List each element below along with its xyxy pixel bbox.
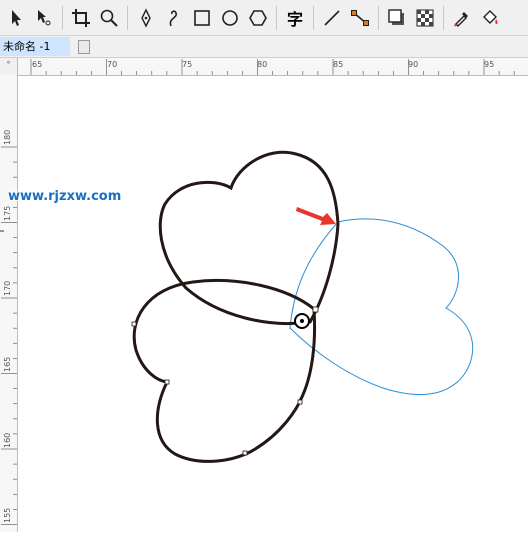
node-handle[interactable] <box>242 450 248 456</box>
ellipse-tool[interactable] <box>218 6 242 30</box>
ruler-origin[interactable]: ° <box>0 58 18 76</box>
ellipse-icon <box>222 9 238 26</box>
toolbar-separator <box>127 5 128 30</box>
toolbar-separator <box>276 5 277 30</box>
horizontal-ruler[interactable]: 65 70 75 80 85 90 95 <box>18 58 528 76</box>
eyedropper-icon <box>454 11 468 27</box>
toolbar-separator <box>378 5 379 30</box>
document-tab-title: 未命名 -1 <box>3 40 51 53</box>
drop-shadow-tool[interactable] <box>385 6 409 30</box>
eyedropper-tool[interactable] <box>450 6 474 30</box>
red-pointer-arrow <box>296 207 336 225</box>
ruler-label: 170 <box>3 281 12 296</box>
pen-tool[interactable] <box>134 6 158 30</box>
upper-heart-shape <box>158 150 340 326</box>
node-edit-icon <box>38 9 51 25</box>
ruler-label: 180 <box>3 130 12 145</box>
lower-heart-shape <box>132 278 317 463</box>
zoom-tool[interactable] <box>97 6 121 30</box>
vertical-ruler[interactable]: 180 175 170 165 160 155 <box>0 75 18 532</box>
ruler-label: 160 <box>3 433 12 448</box>
ruler-label: 70 <box>107 60 117 69</box>
fill-tool[interactable] <box>478 6 502 30</box>
text-tool[interactable]: 字 <box>283 6 307 30</box>
curve-hook-icon <box>169 9 178 26</box>
node-handle[interactable] <box>297 399 303 405</box>
shape-tool[interactable] <box>32 6 56 30</box>
document-tab-bar: 未命名 -1 <box>0 36 528 58</box>
ruler-label: 175 <box>3 206 12 221</box>
rectangle-icon <box>194 9 210 26</box>
checkerboard-icon <box>416 9 434 26</box>
ruler-label: 75 <box>182 60 192 69</box>
horizontal-ruler-scale: 65 70 75 80 85 90 95 <box>30 59 515 75</box>
pick-tool[interactable] <box>4 6 28 30</box>
magnifier-icon <box>100 9 118 27</box>
ruler-label: 165 <box>3 357 12 372</box>
vertical-ruler-scale: 180 175 170 165 160 155 <box>0 130 17 525</box>
shadow-icon <box>388 8 404 25</box>
toolbox: 字 <box>0 0 528 36</box>
text-tool-glyph: 字 <box>286 9 303 29</box>
crop-tool[interactable] <box>69 6 93 30</box>
pen-nib-icon <box>141 7 151 28</box>
watermark: www.rjzxw.com <box>8 189 122 204</box>
paint-bucket-icon <box>483 9 498 24</box>
node-handle[interactable] <box>164 379 170 385</box>
document-tab[interactable]: 未命名 -1 <box>0 37 70 56</box>
ruler-label: 85 <box>333 60 343 69</box>
toolbar-separator <box>443 5 444 30</box>
transparency-tool[interactable] <box>413 6 437 30</box>
ruler-label: 95 <box>484 60 494 69</box>
polygon-tool[interactable] <box>246 6 270 30</box>
drawing-area <box>0 150 474 463</box>
rectangle-tool[interactable] <box>190 6 214 30</box>
ruler-origin-label: ° <box>6 60 11 69</box>
connector-tool[interactable] <box>320 6 344 30</box>
new-tab-button[interactable] <box>78 40 90 54</box>
drawing-canvas[interactable] <box>0 76 528 532</box>
blend-icon <box>351 9 369 26</box>
node-handle[interactable] <box>131 321 137 327</box>
rotation-center-marker[interactable] <box>294 313 310 329</box>
crop-icon <box>72 8 90 27</box>
pointer-icon <box>12 9 21 26</box>
ruler-label: 155 <box>3 508 12 523</box>
node-handle[interactable] <box>312 306 319 313</box>
artistic-media-tool[interactable] <box>162 6 186 30</box>
hexagon-icon <box>249 9 267 26</box>
line-icon <box>324 9 340 26</box>
ruler-label: 80 <box>257 60 267 69</box>
ruler-label: 65 <box>32 60 42 69</box>
blend-tool[interactable] <box>348 6 372 30</box>
toolbar-separator <box>62 5 63 30</box>
toolbar-separator <box>313 5 314 30</box>
ruler-label: 90 <box>408 60 418 69</box>
